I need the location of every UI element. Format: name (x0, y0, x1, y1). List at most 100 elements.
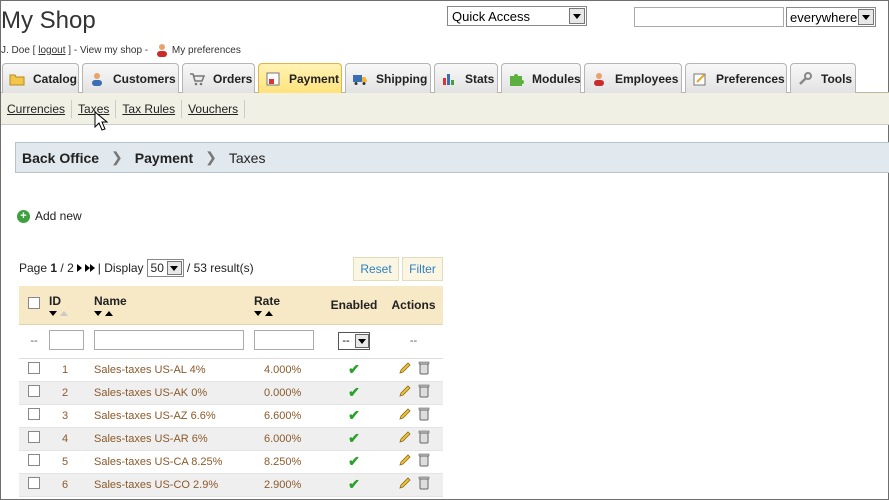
row-checkbox[interactable] (28, 454, 40, 466)
row-name[interactable]: Sales-taxes US-AZ 6.6% (94, 404, 254, 428)
filter-button[interactable]: Filter (402, 257, 443, 281)
row-checkbox[interactable] (28, 385, 40, 397)
row-rate[interactable]: 4.000% (254, 358, 324, 382)
sort-asc-icon[interactable] (105, 310, 113, 316)
enabled-check-icon[interactable]: ✔ (348, 476, 360, 492)
sort-asc-icon[interactable] (265, 310, 273, 316)
edit-icon[interactable] (398, 407, 412, 421)
filter-enabled-select[interactable]: -- (338, 332, 370, 350)
delete-icon[interactable] (418, 453, 430, 467)
chevron-down-icon[interactable] (858, 9, 874, 25)
enabled-check-icon[interactable]: ✔ (348, 430, 360, 446)
my-preferences-link[interactable]: My preferences (172, 45, 241, 56)
tab-label: Catalog (33, 71, 78, 86)
row-name[interactable]: Sales-taxes US-AK 0% (94, 381, 254, 405)
subnav-vouchers[interactable]: Vouchers (182, 99, 246, 118)
tab-tools[interactable]: Tools (790, 63, 856, 93)
delete-icon[interactable] (418, 361, 430, 375)
edit-icon[interactable] (398, 453, 412, 467)
logout-link[interactable]: logout (38, 45, 65, 56)
row-checkbox[interactable] (28, 408, 40, 420)
enabled-check-icon[interactable]: ✔ (348, 453, 360, 469)
enabled-check-icon[interactable]: ✔ (348, 361, 360, 377)
sort-desc-icon[interactable] (49, 310, 57, 316)
view-shop-link[interactable]: ] - View my shop - (66, 45, 151, 56)
row-id[interactable]: 4 (49, 427, 94, 451)
reset-button[interactable]: Reset (353, 257, 399, 281)
filter-name-input[interactable] (94, 329, 244, 350)
add-new-link[interactable]: + Add new (17, 209, 82, 223)
edit-icon[interactable] (398, 476, 412, 490)
row-name[interactable]: Sales-taxes US-AR 6% (94, 427, 254, 451)
row-id[interactable]: 5 (49, 450, 94, 474)
user-icon (92, 72, 102, 86)
delete-icon[interactable] (418, 384, 430, 398)
result-count: / 53 result(s) (186, 261, 254, 275)
select-all-checkbox[interactable] (28, 297, 40, 310)
row-name[interactable]: Sales-taxes US-CO 2.9% (94, 473, 254, 497)
tab-preferences[interactable]: Preferences (685, 63, 787, 93)
tab-modules[interactable]: Modules (501, 63, 581, 93)
column-header-enabled: Enabled (324, 286, 384, 325)
logout-prefix: [ (29, 44, 39, 56)
row-id[interactable]: 1 (49, 358, 94, 382)
row-rate[interactable]: 2.900% (254, 473, 324, 497)
tab-catalog[interactable]: Catalog (2, 63, 79, 93)
chevron-down-icon[interactable] (354, 334, 369, 348)
tab-label: Employees (615, 71, 679, 86)
row-name[interactable]: Sales-taxes US-AL 4% (94, 358, 254, 382)
row-id[interactable]: 6 (49, 473, 94, 497)
filter-check-placeholder: -- (19, 324, 49, 359)
last-page-icon[interactable] (84, 261, 95, 275)
row-rate[interactable]: 0.000% (254, 381, 324, 405)
tab-label: Tools (821, 71, 853, 86)
tab-stats[interactable]: Stats (434, 63, 498, 93)
mouse-cursor-icon (94, 111, 108, 131)
edit-icon[interactable] (398, 430, 412, 444)
edit-icon[interactable] (398, 361, 412, 375)
sort-desc-icon[interactable] (254, 310, 262, 316)
filter-rate-input[interactable] (254, 329, 314, 350)
truck-icon (353, 74, 367, 85)
row-checkbox[interactable] (28, 431, 40, 443)
tab-employees[interactable]: Employees (584, 63, 682, 93)
delete-icon[interactable] (418, 430, 430, 444)
tab-shipping[interactable]: Shipping (345, 63, 431, 93)
sort-desc-icon[interactable] (94, 310, 102, 316)
filter-id-input[interactable] (49, 329, 84, 350)
row-checkbox[interactable] (28, 477, 40, 489)
tab-label: Modules (532, 71, 581, 86)
column-header-rate: Rate (254, 293, 281, 308)
row-id[interactable]: 3 (49, 404, 94, 428)
row-checkbox[interactable] (28, 362, 40, 374)
chevron-right-icon: ❯ (111, 149, 123, 165)
breadcrumb-back-office[interactable]: Back Office (22, 150, 99, 166)
subnav-tax-rules[interactable]: Tax Rules (116, 99, 183, 118)
row-rate[interactable]: 8.250% (254, 450, 324, 474)
tab-orders[interactable]: Orders (182, 63, 255, 93)
chevron-down-icon[interactable] (569, 8, 585, 24)
quick-access-select[interactable]: Quick Access (447, 6, 587, 26)
delete-icon[interactable] (418, 407, 430, 421)
edit-icon[interactable] (398, 384, 412, 398)
tab-payment[interactable]: Payment (258, 63, 342, 94)
display-count-select[interactable]: 50 (146, 259, 184, 277)
row-rate[interactable]: 6.000% (254, 427, 324, 451)
delete-icon[interactable] (418, 476, 430, 490)
enabled-check-icon[interactable]: ✔ (348, 384, 360, 400)
row-rate[interactable]: 6.600% (254, 404, 324, 428)
tab-customers[interactable]: Customers (82, 63, 179, 93)
next-page-icon[interactable] (76, 261, 82, 275)
breadcrumb-payment[interactable]: Payment (135, 150, 193, 166)
sort-asc-icon[interactable] (60, 310, 68, 316)
display-label: | Display (97, 261, 144, 275)
subnav-currencies[interactable]: Currencies (1, 99, 73, 118)
current-page: 1 (50, 261, 58, 275)
row-name[interactable]: Sales-taxes US-CA 8.25% (94, 450, 254, 474)
search-scope-select[interactable]: everywhere (786, 7, 876, 27)
enabled-check-icon[interactable]: ✔ (348, 407, 360, 423)
row-id[interactable]: 2 (49, 381, 94, 405)
chevron-down-icon[interactable] (166, 261, 182, 275)
search-input[interactable] (634, 7, 784, 27)
breadcrumb-current: Taxes (228, 149, 266, 166)
